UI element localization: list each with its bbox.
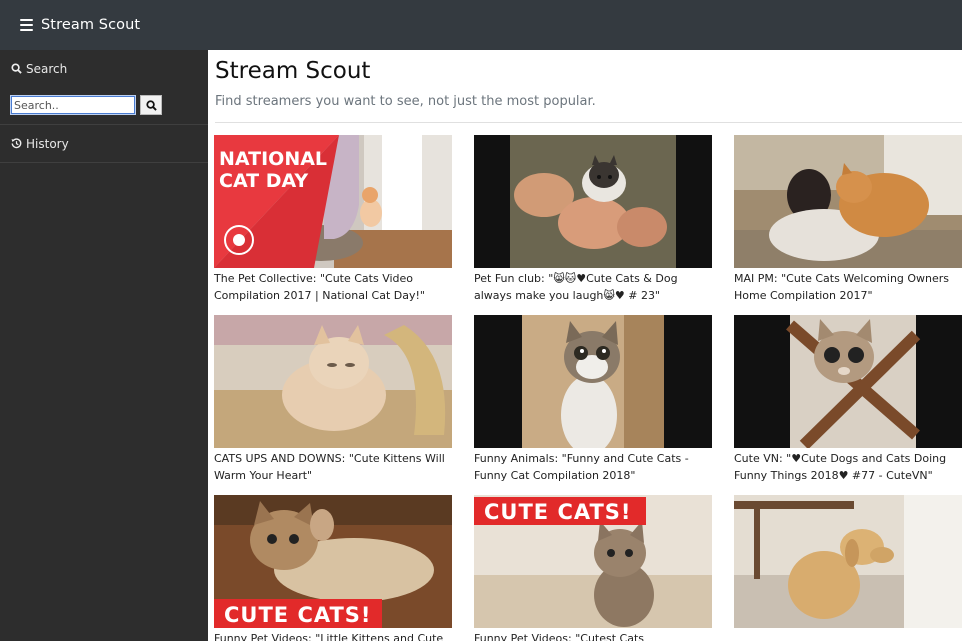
thumbnail-text: CUTE CATS!	[224, 603, 372, 627]
video-caption[interactable]: Funny Pet Videos: "Little Kittens and Cu…	[214, 630, 452, 641]
video-thumbnail[interactable]	[734, 315, 962, 448]
video-thumbnail[interactable]	[734, 135, 962, 268]
video-card[interactable]: NATIONAL CAT DAY The Pet Collective: "Cu…	[214, 135, 452, 304]
video-caption[interactable]: MAI PM: "Cute Cats Welcoming Owners Home…	[734, 270, 962, 304]
search-icon	[11, 63, 22, 74]
sidebar-item-search[interactable]: Search	[0, 50, 208, 87]
video-caption[interactable]: Cute VN: "♥Cute Dogs and Cats Doing Funn…	[734, 450, 962, 484]
video-card[interactable]: MAI PM: "Cute Cats Welcoming Owners Home…	[734, 135, 962, 304]
top-navbar: Stream Scout	[0, 0, 962, 50]
video-card[interactable]: Pet Fun club: "😸🐱♥Cute Cats & Dog always…	[474, 135, 712, 304]
video-caption[interactable]: Funny Pet Videos: "Cutest Cats Compilati…	[474, 630, 712, 641]
sidebar-item-history[interactable]: History	[0, 125, 208, 162]
video-caption[interactable]: The Pet Collective: "Cute Cats Video Com…	[214, 270, 452, 304]
search-form	[0, 87, 208, 124]
hamburger-menu-icon[interactable]	[20, 19, 33, 31]
video-thumbnail[interactable]	[474, 315, 712, 448]
page-subtitle: Find streamers you want to see, not just…	[215, 94, 596, 109]
video-card[interactable]: Funny Animals: "Funny and Cute Cats - Fu…	[474, 315, 712, 484]
video-thumbnail[interactable]	[214, 315, 452, 448]
history-icon	[11, 138, 22, 149]
app-brand[interactable]: Stream Scout	[41, 17, 140, 33]
divider	[215, 122, 962, 123]
video-thumbnail[interactable]	[734, 495, 962, 628]
page-title: Stream Scout	[215, 58, 371, 84]
thumbnail-text: CUTE CATS!	[484, 500, 632, 524]
video-thumbnail[interactable]	[474, 135, 712, 268]
video-card[interactable]: CUTE CATS! Funny Pet Videos: "Cutest Cat…	[474, 495, 712, 641]
main-content: Stream Scout Find streamers you want to …	[208, 50, 962, 641]
history-section: History	[0, 125, 208, 163]
search-icon	[145, 99, 157, 111]
video-card[interactable]: CUTE CATS! Funny Pet Videos: "Little Kit…	[214, 495, 452, 641]
search-submit-button[interactable]	[140, 95, 162, 115]
video-card[interactable]: Cute VN: "♥Cute Dogs and Cats Doing Funn…	[734, 315, 962, 484]
video-caption[interactable]: CATS UPS AND DOWNS: "Cute Kittens Will W…	[214, 450, 452, 484]
video-thumbnail[interactable]: CUTE CATS!	[474, 495, 712, 628]
sidebar-item-label: Search	[26, 61, 68, 76]
video-card[interactable]	[734, 495, 962, 630]
sidebar: Search History	[0, 50, 208, 641]
sidebar-item-label: History	[26, 136, 69, 151]
thumbnail-text: CAT DAY	[219, 170, 308, 192]
video-caption[interactable]: Funny Animals: "Funny and Cute Cats - Fu…	[474, 450, 712, 484]
video-card[interactable]: CATS UPS AND DOWNS: "Cute Kittens Will W…	[214, 315, 452, 484]
thumbnail-text: NATIONAL	[219, 148, 327, 170]
video-caption[interactable]: Pet Fun club: "😸🐱♥Cute Cats & Dog always…	[474, 270, 712, 304]
search-section: Search	[0, 50, 208, 125]
video-thumbnail[interactable]: NATIONAL CAT DAY	[214, 135, 452, 268]
video-thumbnail[interactable]: CUTE CATS!	[214, 495, 452, 628]
search-input[interactable]	[10, 95, 136, 115]
